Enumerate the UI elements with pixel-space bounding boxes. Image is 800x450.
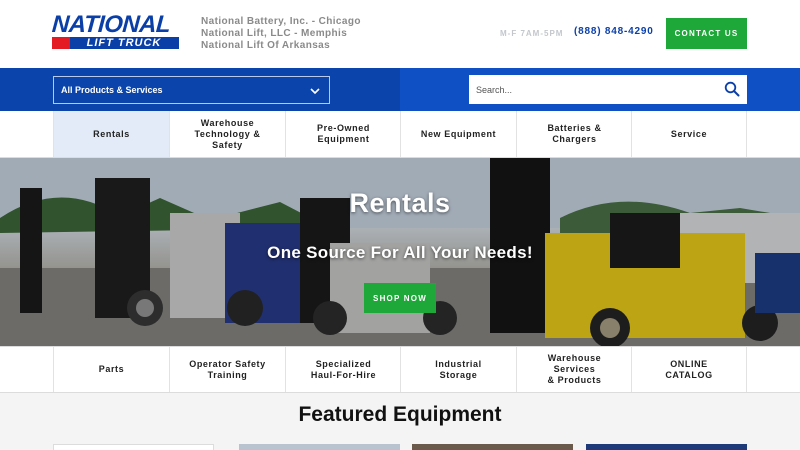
- nav-item-pre-owned[interactable]: Pre-Owned Equipment: [285, 111, 401, 157]
- company-memphis: National Lift, LLC - Memphis: [201, 28, 348, 39]
- contact-us-button[interactable]: CONTACT US: [666, 18, 747, 49]
- nav-item-parts[interactable]: Parts: [53, 347, 169, 392]
- company-list: National Battery, Inc. - Chicago Nationa…: [201, 16, 401, 52]
- nav-item-operator-training[interactable]: Operator Safety Training: [169, 347, 285, 392]
- nav-item-warehouse-technology[interactable]: Warehouse Technology & Safety: [169, 111, 285, 157]
- featured-title: Featured Equipment: [298, 403, 502, 426]
- search-input[interactable]: [469, 75, 719, 104]
- shop-now-button[interactable]: SHOP NOW: [364, 283, 436, 313]
- nav-item-haul-for-hire[interactable]: Specialized Haul-For-Hire: [285, 347, 401, 392]
- featured-card[interactable]: [586, 444, 747, 450]
- business-hours: M-F 7AM-5PM: [500, 29, 564, 38]
- national-lift-truck-logo[interactable]: NATIONAL LIFT TRUCK: [51, 11, 179, 50]
- company-chicago: National Battery, Inc. - Chicago: [201, 16, 361, 27]
- nav-item-online-catalog[interactable]: ONLINE CATALOG: [631, 347, 747, 392]
- nav-item-rentals[interactable]: Rentals: [53, 111, 169, 157]
- search-icon[interactable]: [724, 81, 740, 97]
- logo-wordmark-top: NATIONAL: [51, 11, 172, 38]
- phone-number-link[interactable]: (888) 848-4290: [574, 26, 654, 37]
- hero-title: Rentals: [349, 188, 451, 218]
- products-select-value: All Products & Services: [61, 85, 163, 95]
- secondary-nav: Parts Operator Safety Training Specialize…: [0, 346, 800, 393]
- company-arkansas: National Lift Of Arkansas: [201, 40, 331, 51]
- nav-item-warehouse-services[interactable]: Warehouse Services & Products: [516, 347, 632, 392]
- nav-item-batteries[interactable]: Batteries & Chargers: [516, 111, 632, 157]
- site-header: NATIONAL LIFT TRUCK National Battery, In…: [0, 0, 800, 68]
- hero-subtitle: One Source For All Your Needs!: [267, 243, 533, 262]
- primary-nav: Rentals Warehouse Technology & Safety Pre-…: [0, 111, 800, 158]
- nav-item-new-equipment[interactable]: New Equipment: [400, 111, 516, 157]
- hero-banner: Rentals One Source For All Your Needs! S…: [0, 158, 800, 346]
- featured-card[interactable]: [239, 444, 400, 450]
- featured-card[interactable]: [53, 444, 214, 450]
- logo-wordmark-bottom: LIFT TRUCK: [86, 37, 162, 49]
- featured-card[interactable]: [412, 444, 573, 450]
- nav-item-industrial-storage[interactable]: Industrial Storage: [400, 347, 516, 392]
- logo-stripe: [52, 37, 70, 49]
- products-select[interactable]: All Products & Services: [53, 76, 330, 104]
- nav-item-service[interactable]: Service: [631, 111, 747, 157]
- chevron-down-icon: [310, 88, 320, 95]
